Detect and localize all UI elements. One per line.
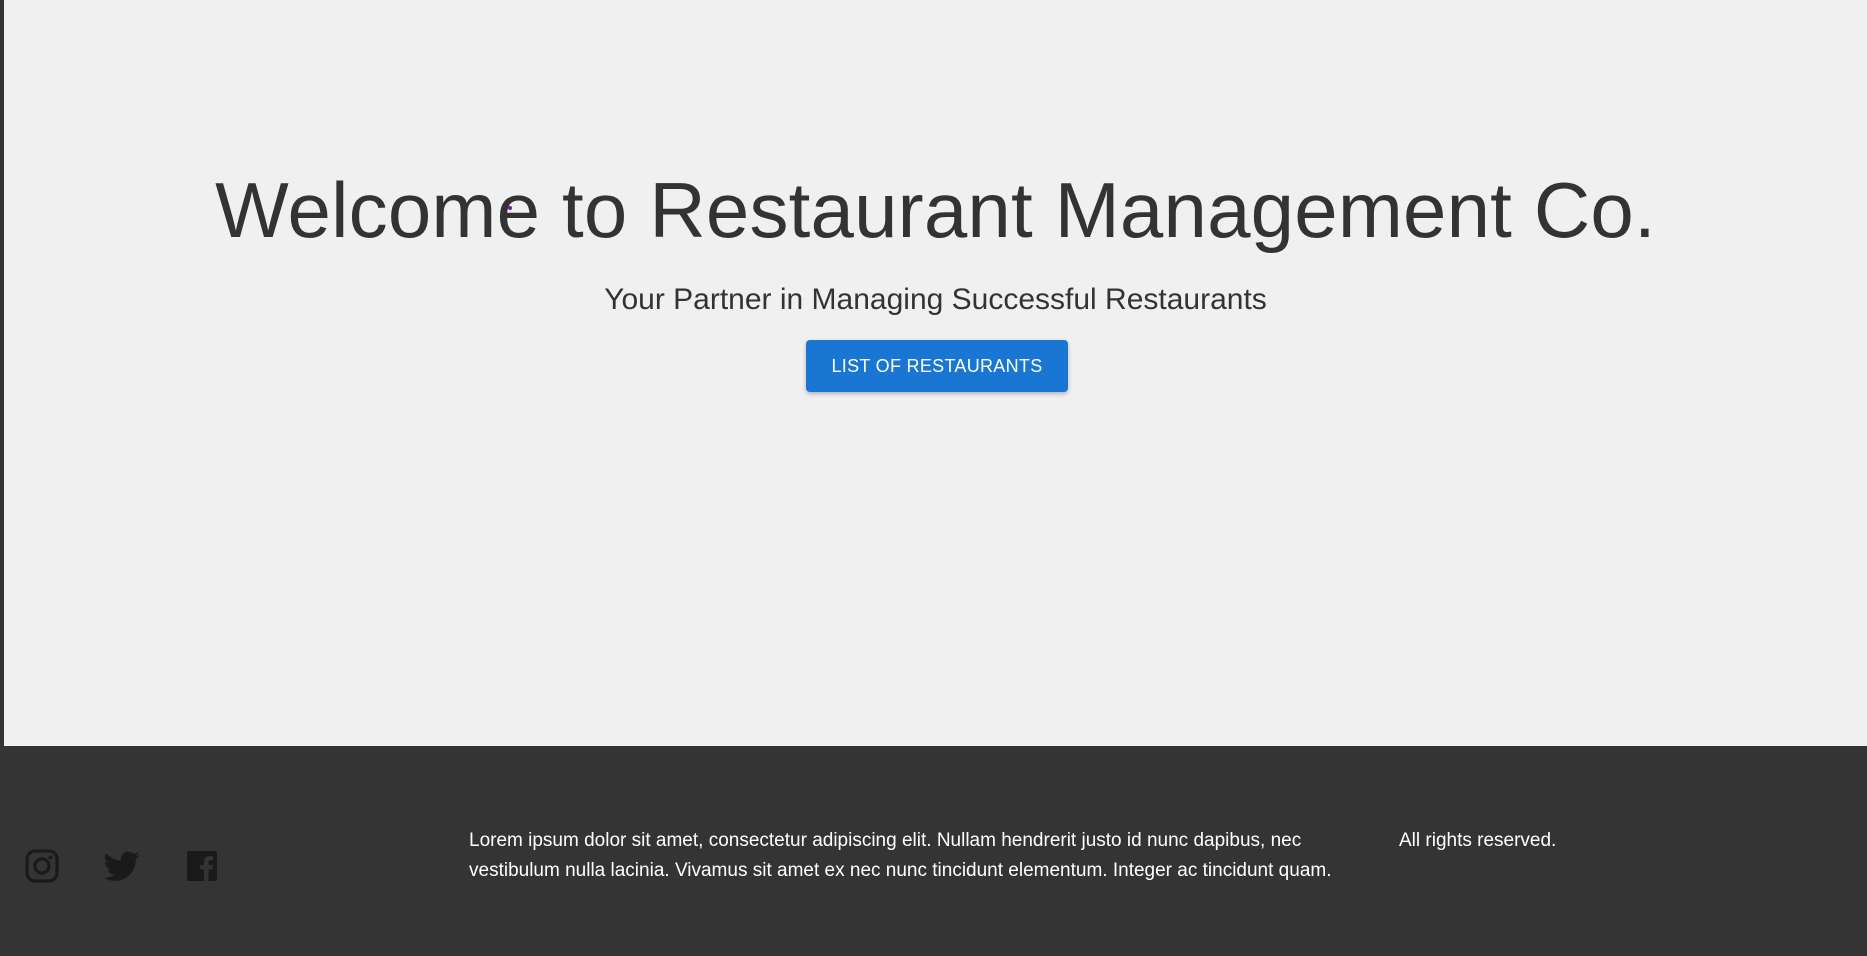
hero-section: Welcome to Restaurant Management Co. You…	[4, 0, 1867, 746]
hero-title: Welcome to Restaurant Management Co.	[215, 166, 1656, 254]
footer-copyright: All rights reserved.	[1399, 830, 1557, 851]
list-of-restaurants-button[interactable]: LIST OF RESTAURANTS	[806, 340, 1068, 392]
facebook-link[interactable]	[184, 848, 220, 884]
twitter-link[interactable]	[104, 848, 140, 884]
hero-subtitle: Your Partner in Managing Successful Rest…	[604, 283, 1267, 316]
mouse-cursor-dot	[508, 206, 512, 210]
social-links	[24, 848, 220, 884]
footer-description: Lorem ipsum dolor sit amet, consectetur …	[469, 830, 1332, 881]
twitter-icon	[104, 851, 140, 881]
instagram-link[interactable]	[24, 848, 60, 884]
facebook-icon	[187, 851, 217, 881]
instagram-icon	[25, 849, 59, 883]
